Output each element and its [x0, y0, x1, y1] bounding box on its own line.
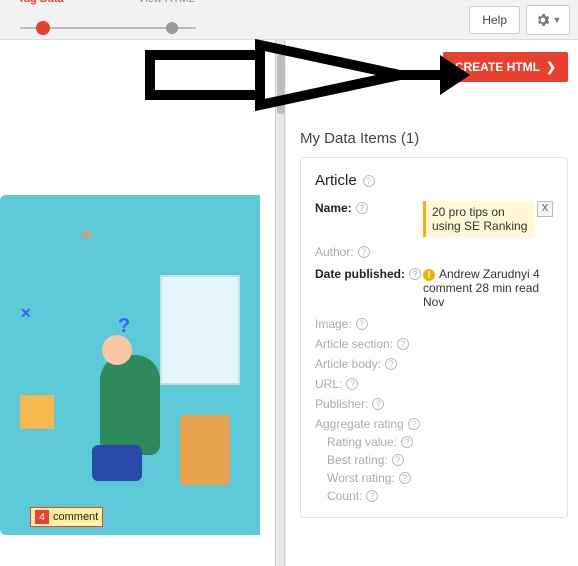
date-published-label: Date published: — [315, 267, 405, 281]
help-icon[interactable]: ? — [358, 246, 370, 258]
publisher-label: Publisher: — [315, 397, 368, 411]
help-icon[interactable]: ? — [408, 418, 420, 430]
name-value: 20 pro tips on using SE Ranking — [432, 205, 527, 233]
help-icon[interactable]: ? — [385, 358, 397, 370]
help-icon[interactable]: ? — [397, 338, 409, 350]
count-label: Count: — [327, 489, 362, 503]
help-icon[interactable]: ? — [392, 454, 404, 466]
progress-stepper: Tag Data View HTML — [20, 11, 196, 29]
help-button[interactable]: Help — [469, 6, 520, 34]
name-value-box[interactable]: 20 pro tips on using SE Ranking X — [423, 201, 535, 237]
highlight-tag-text: comment — [53, 511, 98, 523]
help-icon[interactable]: ? — [363, 175, 375, 187]
highlight-tag[interactable]: 4 comment — [30, 507, 103, 527]
warning-icon: ! — [423, 269, 435, 281]
create-html-label: CREATE HTML — [455, 60, 540, 74]
help-icon[interactable]: ? — [366, 490, 378, 502]
url-label: URL: — [315, 377, 342, 391]
worst-rating-label: Worst rating: — [327, 471, 395, 485]
data-panel: CREATE HTML ❯ My Data Items (1) Article … — [285, 40, 578, 566]
panel-title: My Data Items (1) — [300, 82, 568, 147]
step-tag-data-label: Tag Data — [18, 0, 64, 5]
step-dot-inactive[interactable] — [166, 22, 178, 34]
best-rating-label: Best rating: — [327, 453, 388, 467]
clear-name-button[interactable]: X — [537, 201, 553, 217]
help-icon[interactable]: ? — [399, 472, 411, 484]
help-icon[interactable]: ? — [356, 318, 368, 330]
article-body-label: Article body: — [315, 357, 381, 371]
caret-down-icon: ▼ — [553, 15, 562, 25]
image-label: Image: — [315, 317, 352, 331]
author-label: Author: — [315, 245, 354, 259]
highlight-tag-number: 4 — [35, 510, 49, 524]
article-section-label: Article section: — [315, 337, 393, 351]
article-heading: Article — [315, 172, 357, 189]
settings-button[interactable]: ▼ — [526, 5, 570, 35]
step-dot-active[interactable] — [36, 21, 50, 35]
chevron-right-icon: ❯ — [546, 60, 556, 74]
help-icon[interactable]: ? — [401, 436, 413, 448]
preview-pane: ✈ ✕ ? 4 comment — [0, 40, 275, 566]
date-published-value: Andrew Zarudnyi 4 comment 28 min read No… — [423, 267, 540, 309]
scroll-thumb[interactable] — [277, 54, 285, 114]
help-icon[interactable]: ? — [346, 378, 358, 390]
name-label: Name: — [315, 201, 352, 215]
preview-scrollbar[interactable] — [275, 40, 285, 566]
help-icon[interactable]: ? — [409, 268, 421, 280]
article-illustration: ✈ ✕ ? 4 comment — [0, 195, 260, 535]
help-icon[interactable]: ? — [356, 202, 368, 214]
step-view-html-label: View HTML — [138, 0, 195, 5]
gear-icon — [535, 12, 551, 28]
create-html-button[interactable]: CREATE HTML ❯ — [443, 52, 568, 82]
help-icon[interactable]: ? — [372, 398, 384, 410]
article-card: Article ? Name: ? 20 pro tips on using S… — [300, 157, 568, 518]
aggregate-rating-label: Aggregate rating — [315, 417, 404, 431]
rating-value-label: Rating value: — [327, 435, 397, 449]
